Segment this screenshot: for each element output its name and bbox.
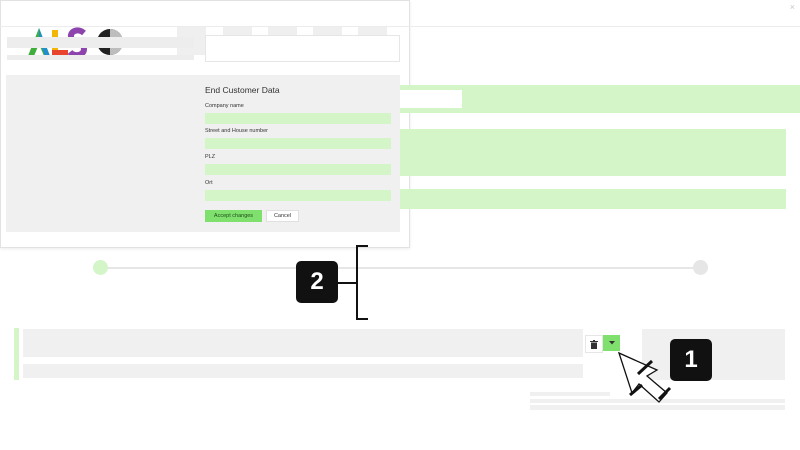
delete-button[interactable] [585, 335, 603, 353]
trash-icon [590, 339, 598, 349]
table-row [23, 364, 583, 378]
text-placeholder [7, 55, 194, 60]
form-title: End Customer Data [205, 85, 280, 95]
plz-input[interactable] [205, 164, 391, 175]
cancel-button[interactable]: Cancel [266, 210, 299, 222]
ort-label: Ort [205, 180, 213, 186]
plz-label: PLZ [205, 154, 216, 160]
form-panel: End Customer Data Company name Street an… [6, 75, 400, 232]
stepper-line [100, 267, 700, 269]
street-label: Street and House number [205, 128, 268, 134]
end-customer-modal: × End Customer Data Company name Street … [0, 0, 800, 248]
text-placeholder [7, 37, 194, 48]
company-name-input[interactable] [205, 113, 391, 124]
stepper-dot [93, 260, 108, 275]
text-placeholder [530, 405, 785, 410]
text-placeholder [530, 392, 610, 396]
row-accent [14, 328, 19, 380]
street-input[interactable] [205, 138, 391, 149]
close-icon[interactable]: × [790, 2, 795, 12]
table-row [23, 329, 583, 357]
info-box [205, 35, 400, 62]
company-name-label: Company name [205, 103, 244, 109]
caret-down-icon [608, 341, 615, 345]
ort-input[interactable] [205, 190, 391, 201]
stepper-dot [693, 260, 708, 275]
step-2-badge: 2 [296, 261, 338, 303]
accept-changes-button[interactable]: Accept changes [205, 210, 262, 222]
step-1-badge: 1 [670, 339, 712, 381]
modal-divider [0, 26, 800, 27]
